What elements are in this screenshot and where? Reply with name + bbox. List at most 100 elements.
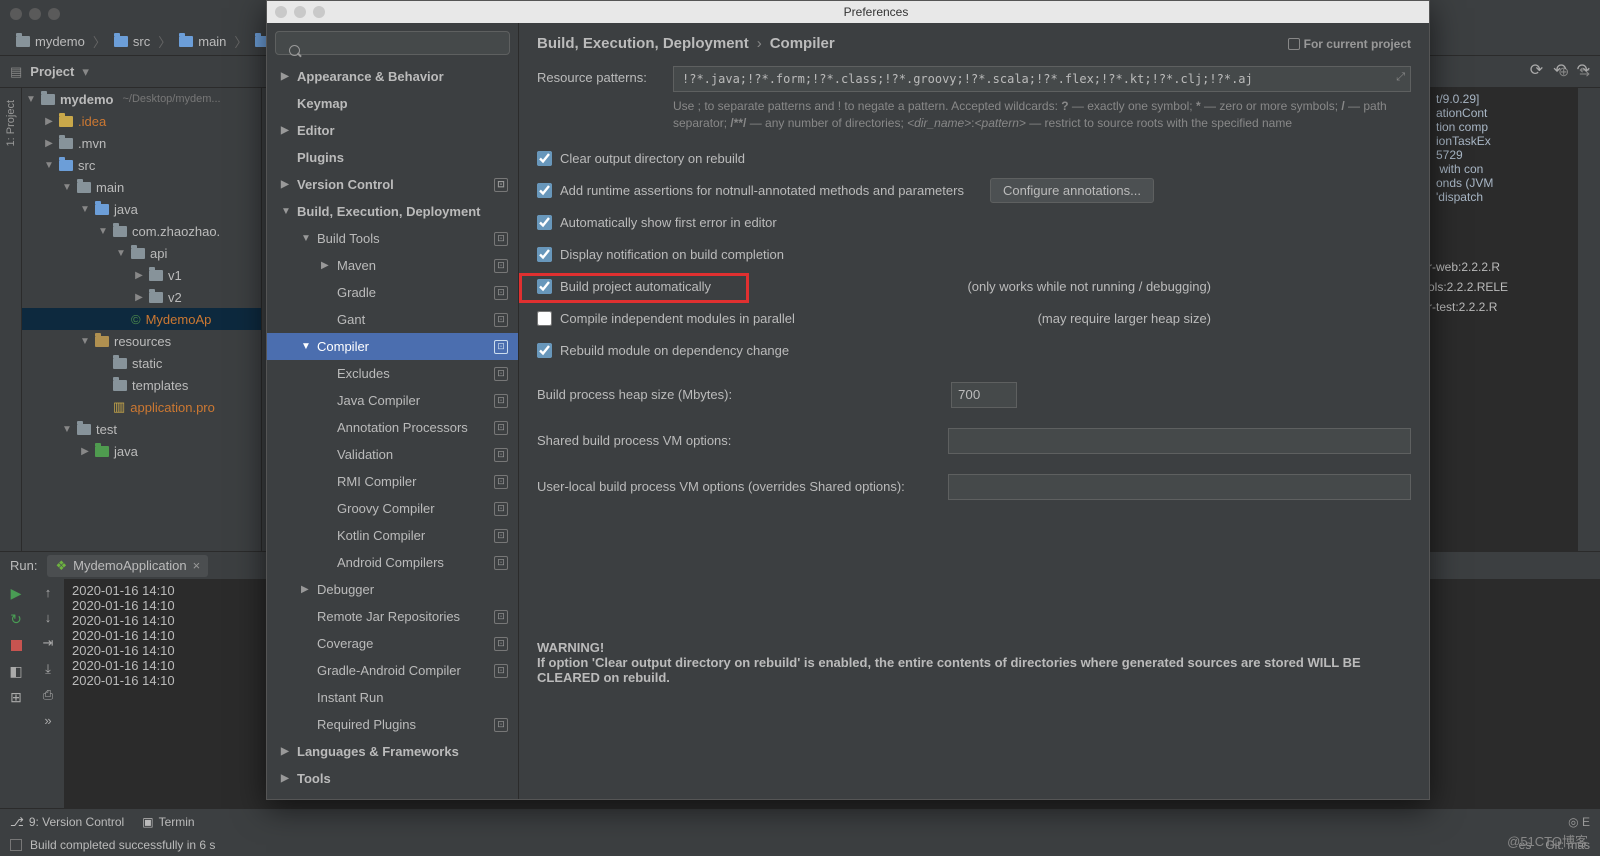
up-icon[interactable]: ↑: [45, 585, 52, 600]
window-controls[interactable]: [10, 8, 60, 20]
sync-icon[interactable]: ⟳: [1530, 60, 1543, 80]
project-scope-icon: ⊡: [494, 232, 508, 246]
event-log-icon[interactable]: ◎ E: [1568, 815, 1590, 829]
checkbox-compile-independent-modules-in[interactable]: [537, 311, 552, 326]
tree-root[interactable]: ▼mydemo~/Desktop/mydem...: [22, 88, 261, 110]
expand-icon[interactable]: ⤢: [1396, 71, 1405, 84]
stop-icon[interactable]: [8, 637, 24, 653]
tab-project[interactable]: 1: Project: [5, 94, 17, 152]
tree-item[interactable]: ▼test: [22, 418, 261, 440]
search-input[interactable]: [275, 31, 510, 55]
warning-text: WARNING! If option 'Clear output directo…: [537, 640, 1411, 685]
rerun-icon[interactable]: ▶: [8, 585, 24, 601]
nav-item[interactable]: Coverage⊡: [267, 630, 518, 657]
nav-item[interactable]: Plugins: [267, 144, 518, 171]
tree-item[interactable]: static: [22, 352, 261, 374]
checkbox-automatically-show-first-error[interactable]: [537, 215, 552, 230]
nav-item[interactable]: ▶Maven⊡: [267, 252, 518, 279]
run-tab[interactable]: ❖ MydemoApplication ×: [47, 555, 208, 577]
tree-item[interactable]: ▼src: [22, 154, 261, 176]
user-vm-input[interactable]: [948, 474, 1411, 500]
checkbox-row: Clear output directory on rebuild: [537, 148, 1411, 170]
nav-item[interactable]: Gradle⊡: [267, 279, 518, 306]
status-bar-tabs: ⎇9: Version Control ▣Termin ◎ E: [0, 808, 1600, 834]
tab-version-control[interactable]: ⎇9: Version Control: [10, 815, 124, 829]
tree-item[interactable]: ©MydemoAp: [22, 308, 261, 330]
tab-terminal[interactable]: ▣Termin: [142, 815, 194, 829]
tree-item[interactable]: ▶.idea: [22, 110, 261, 132]
tree-item[interactable]: ▶v1: [22, 264, 261, 286]
resource-patterns-input[interactable]: [673, 66, 1411, 92]
heap-size-input[interactable]: [951, 382, 1017, 408]
undo-icon[interactable]: ↶: [1553, 60, 1566, 80]
checkbox-build-project-automatically[interactable]: [537, 279, 552, 294]
redo-icon[interactable]: ↷: [1577, 60, 1590, 80]
resource-patterns-row: Resource patterns: ⤢ Use ; to separate p…: [537, 66, 1411, 132]
preferences-search[interactable]: [275, 31, 510, 55]
nav-item[interactable]: Excludes⊡: [267, 360, 518, 387]
down-icon[interactable]: ↓: [45, 610, 52, 625]
more-icon[interactable]: »: [44, 713, 51, 728]
checkbox-rebuild-module-on-dependency-c[interactable]: [537, 343, 552, 358]
layout-icon[interactable]: ⊞: [8, 689, 24, 705]
configure-annotations-button[interactable]: Configure annotations...: [990, 178, 1154, 203]
project-scope-icon: ⊡: [494, 367, 508, 381]
nav-item[interactable]: Android Compilers⊡: [267, 549, 518, 576]
nav-item[interactable]: ▶Editor: [267, 117, 518, 144]
nav-item[interactable]: ▼Compiler⊡: [267, 333, 518, 360]
tree-item[interactable]: ▶java: [22, 440, 261, 462]
checkbox-add-runtime-assertions-for-not[interactable]: [537, 183, 552, 198]
tree-item[interactable]: ▶v2: [22, 286, 261, 308]
tree-item[interactable]: ▼com.zhaozhao.: [22, 220, 261, 242]
nav-item[interactable]: ▶Debugger: [267, 576, 518, 603]
project-scope-icon: ⊡: [494, 502, 508, 516]
tree-item[interactable]: ▥application.pro: [22, 396, 261, 418]
tree-item-icon: [59, 160, 73, 171]
crumb-parent[interactable]: Build, Execution, Deployment: [537, 35, 749, 52]
nav-item[interactable]: Java Compiler⊡: [267, 387, 518, 414]
project-scope-icon: ⊡: [494, 475, 508, 489]
breadcrumb-item[interactable]: mydemo: [16, 34, 85, 49]
nav-item[interactable]: ▶Tools: [267, 765, 518, 792]
checkbox-label: Compile independent modules in parallel: [560, 311, 795, 326]
nav-item[interactable]: Validation⊡: [267, 441, 518, 468]
nav-item[interactable]: Gradle-Android Compiler⊡: [267, 657, 518, 684]
checkbox-clear-output-directory-on-rebu[interactable]: [537, 151, 552, 166]
nav-item[interactable]: Required Plugins⊡: [267, 711, 518, 738]
nav-item[interactable]: Instant Run: [267, 684, 518, 711]
status-icon[interactable]: [10, 839, 22, 851]
top-right-tools: ⟳ ↶ ↷: [1530, 56, 1590, 84]
nav-item[interactable]: Groovy Compiler⊡: [267, 495, 518, 522]
nav-item[interactable]: Annotation Processors⊡: [267, 414, 518, 441]
print-icon[interactable]: ⎙: [43, 687, 53, 703]
breadcrumb-item[interactable]: main: [179, 34, 226, 49]
wrap-icon[interactable]: ⇥: [43, 635, 54, 651]
nav-item[interactable]: ▶Appearance & Behavior: [267, 63, 518, 90]
close-icon[interactable]: ×: [193, 558, 201, 573]
nav-item[interactable]: ▼Build, Execution, Deployment: [267, 198, 518, 225]
nav-item[interactable]: ▶Version Control⊡: [267, 171, 518, 198]
nav-item[interactable]: Gant⊡: [267, 306, 518, 333]
tree-item[interactable]: ▼main: [22, 176, 261, 198]
checkbox-display-notification-on-build-[interactable]: [537, 247, 552, 262]
nav-item[interactable]: RMI Compiler⊡: [267, 468, 518, 495]
tree-item[interactable]: ▼java: [22, 198, 261, 220]
preferences-content: Build, Execution, Deployment › Compiler …: [519, 23, 1429, 799]
chevron-down-icon[interactable]: ▾: [82, 64, 89, 80]
nav-item[interactable]: Remote Jar Repositories⊡: [267, 603, 518, 630]
nav-item[interactable]: ▼Build Tools⊡: [267, 225, 518, 252]
nav-item[interactable]: ▶Languages & Frameworks: [267, 738, 518, 765]
tree-item[interactable]: ▶.mvn: [22, 132, 261, 154]
tree-item[interactable]: ▼api: [22, 242, 261, 264]
run-icon[interactable]: ↻: [8, 611, 24, 627]
shared-vm-input[interactable]: [948, 428, 1411, 454]
tree-item[interactable]: ▼resources: [22, 330, 261, 352]
camera-icon[interactable]: ◧: [8, 663, 24, 679]
nav-item[interactable]: Keymap: [267, 90, 518, 117]
scroll-icon[interactable]: ⤓: [45, 661, 51, 677]
nav-item[interactable]: Kotlin Compiler⊡: [267, 522, 518, 549]
breadcrumb-item[interactable]: src: [114, 34, 150, 49]
dialog-window-controls[interactable]: [275, 6, 325, 18]
tree-item[interactable]: templates: [22, 374, 261, 396]
checkbox-note: (may require larger heap size): [1038, 311, 1211, 326]
